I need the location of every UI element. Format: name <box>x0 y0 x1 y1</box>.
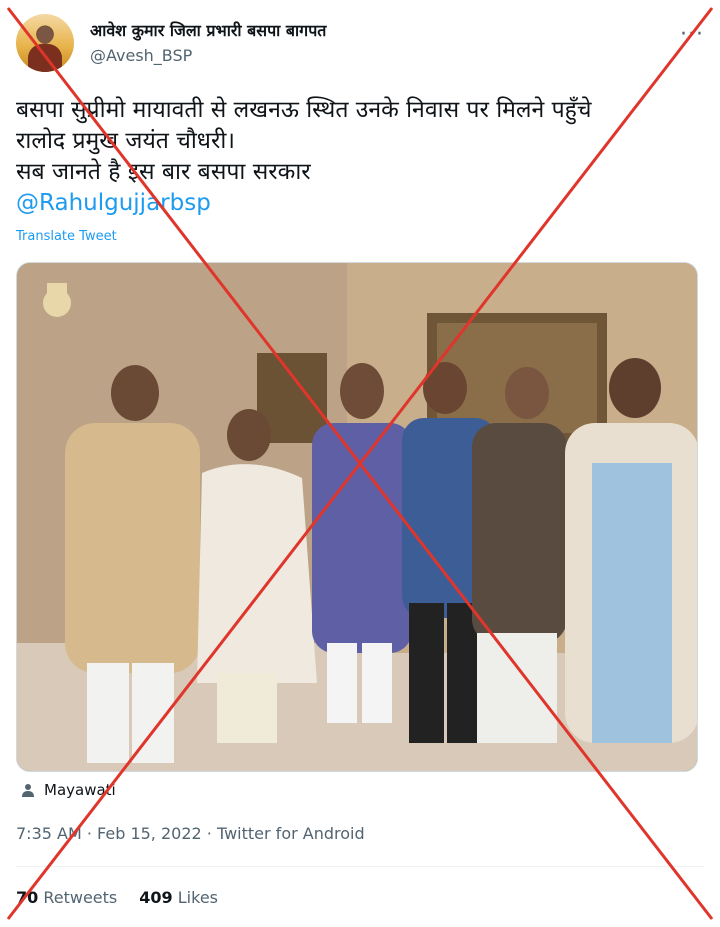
translate-tweet-link[interactable]: Translate Tweet <box>16 229 117 244</box>
photo-tag[interactable]: Mayawati <box>20 781 116 799</box>
divider <box>16 866 704 867</box>
tweet-line: सब जानते है इस बार बसपा सरकार <box>16 159 311 185</box>
avatar-head <box>37 26 53 44</box>
meta-separator: · <box>201 824 217 843</box>
photo-illustration <box>17 263 697 771</box>
person-icon <box>22 784 34 797</box>
avatar[interactable] <box>16 14 74 72</box>
tweet-stats: 70 Retweets 409 Likes <box>16 888 218 907</box>
avatar-body <box>28 44 62 72</box>
tweet-photo[interactable] <box>16 262 698 772</box>
tweet-line: बसपा सुप्रीमो मायावती से लखनऊ स्थित उनके… <box>16 97 592 123</box>
tweet-date[interactable]: Feb 15, 2022 <box>97 824 202 843</box>
mention-link[interactable]: @Rahulgujjarbsp <box>16 190 211 216</box>
tweet-line: रालोद प्रमुख जयंत चौधरी। <box>16 128 236 154</box>
tweet-source[interactable]: Twitter for Android <box>217 824 365 843</box>
display-name[interactable]: आवेश कुमार जिला प्रभारी बसपा बागपत <box>90 19 326 41</box>
tweet-meta: 7:35 AM · Feb 15, 2022 · Twitter for And… <box>16 824 365 843</box>
tweet-time[interactable]: 7:35 AM <box>16 824 82 843</box>
likes-stat[interactable]: 409 Likes <box>139 888 218 907</box>
tweet-text: बसपा सुप्रीमो मायावती से लखनऊ स्थित उनके… <box>16 95 706 188</box>
more-horizontal-icon[interactable]: ··· <box>680 22 704 47</box>
meta-separator: · <box>81 824 98 843</box>
user-handle[interactable]: @Avesh_BSP <box>90 46 192 65</box>
tagged-person-name[interactable]: Mayawati <box>44 781 116 799</box>
retweets-stat[interactable]: 70 Retweets <box>16 888 117 907</box>
